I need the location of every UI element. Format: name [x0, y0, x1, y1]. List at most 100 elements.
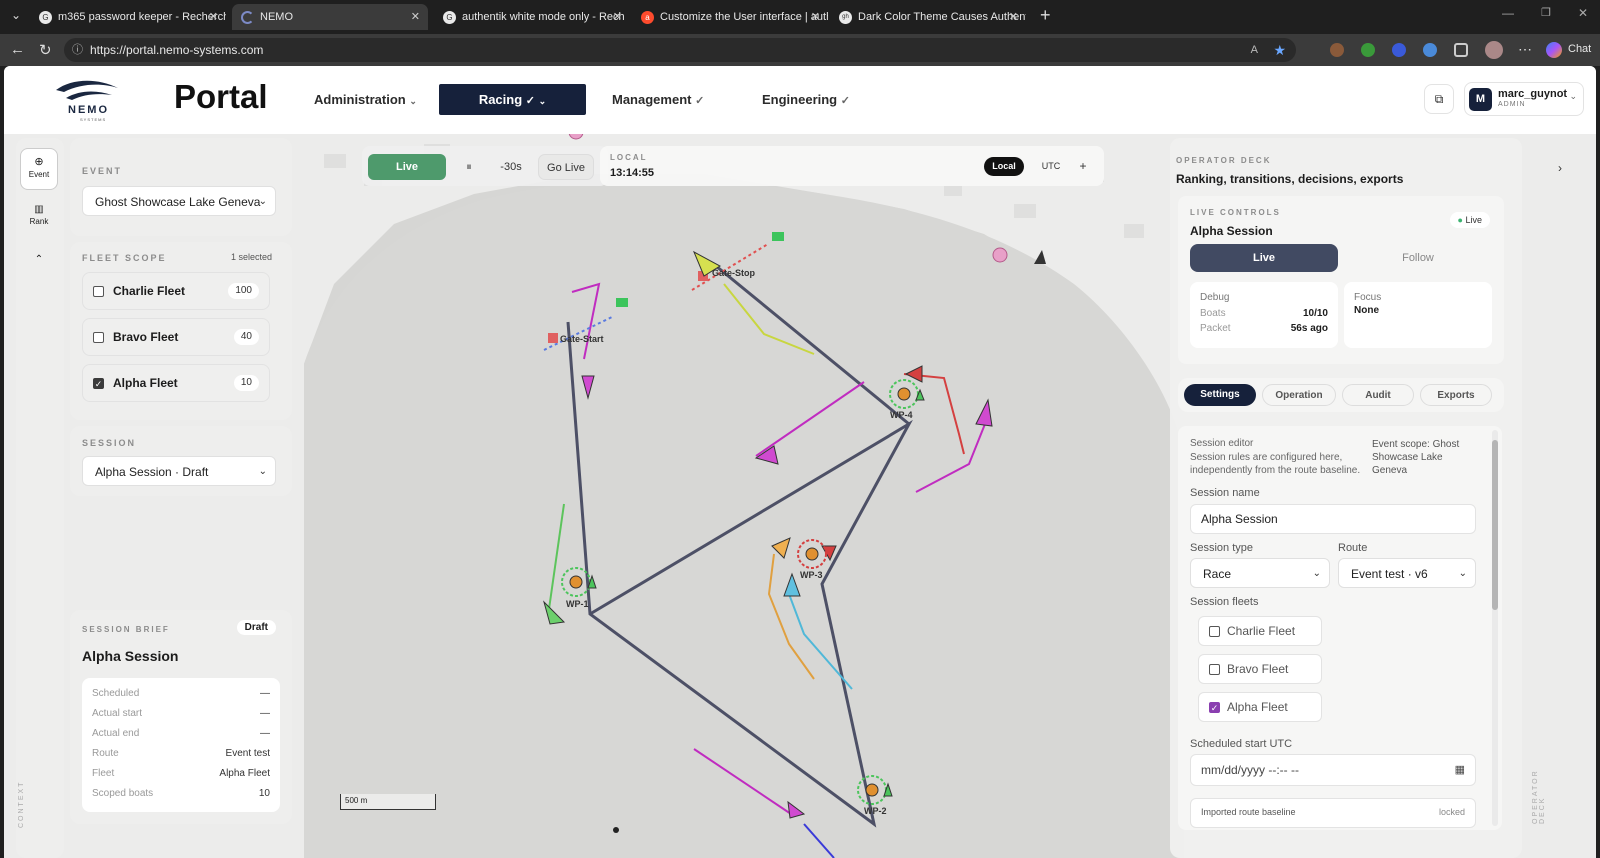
- nav-racing[interactable]: Racing ✓ ⌄: [439, 84, 586, 115]
- close-tab-icon[interactable]: ✕: [209, 4, 218, 30]
- tab-audit[interactable]: Audit: [1342, 384, 1414, 406]
- close-tab-icon[interactable]: ✕: [811, 4, 820, 30]
- fleet-checkbox[interactable]: [93, 332, 104, 343]
- tz-utc-toggle[interactable]: UTC: [1034, 157, 1068, 176]
- rail-event-button[interactable]: ⊕ Event: [20, 148, 58, 190]
- context-vertical-label: CONTEXT: [18, 780, 25, 828]
- check-icon: ✓: [525, 95, 535, 107]
- chevron-down-icon: ⌄: [538, 96, 547, 106]
- session-type-select[interactable]: Race ⌄: [1190, 558, 1330, 588]
- boats-value: 10/10: [1302, 308, 1328, 319]
- minimize-icon[interactable]: —: [1502, 6, 1514, 20]
- live-button[interactable]: Live: [368, 154, 446, 180]
- deck-expand-button[interactable]: ›: [1550, 156, 1570, 180]
- open-external-button[interactable]: ⧉: [1424, 84, 1454, 114]
- nav-management[interactable]: Management ✓: [612, 92, 704, 107]
- wave-logo-icon: [56, 80, 118, 100]
- browser-tab-4[interactable]: a Customize the User interface | auth ✕: [632, 4, 828, 30]
- scheduled-start-input[interactable]: mm/dd/yyyy --:-- -- ▦: [1190, 754, 1476, 786]
- harbor-marker-icon: [992, 247, 1008, 263]
- fleet-checkbox-checked[interactable]: ✓: [1209, 702, 1220, 713]
- browser-tab-1[interactable]: Gm365 password keeper - Recherch ✕: [30, 4, 226, 30]
- event-card: EVENT Ghost Showcase Lake Geneva ⌄: [70, 138, 292, 236]
- session-fleet-alpha[interactable]: ✓ Alpha Fleet: [1198, 692, 1322, 722]
- favorite-star-icon[interactable]: ★: [1273, 38, 1286, 62]
- session-select[interactable]: Alpha Session · Draft ⌄: [82, 456, 276, 486]
- tab-exports[interactable]: Exports: [1420, 384, 1492, 406]
- extension-4-icon[interactable]: [1423, 43, 1437, 57]
- brief-value: 10: [258, 788, 270, 799]
- chevron-up-icon: ⌃: [34, 254, 44, 265]
- scale-label: 500 m: [345, 796, 368, 805]
- restore-icon[interactable]: ❐: [1541, 6, 1551, 19]
- url-field[interactable]: ⓘ https://portal.nemo-systems.com A ★: [64, 38, 1296, 62]
- packet-label: Packet: [1200, 323, 1231, 334]
- fleet-checkbox[interactable]: [1209, 626, 1220, 637]
- back-icon[interactable]: ←: [10, 41, 25, 58]
- user-menu[interactable]: M marc_guynot ADMIN ⌄: [1464, 82, 1584, 116]
- close-tab-icon[interactable]: ✕: [1009, 4, 1018, 30]
- event-select[interactable]: Ghost Showcase Lake Geneva ⌄: [82, 186, 276, 216]
- page-title: Portal: [174, 78, 268, 115]
- tab-settings[interactable]: Settings: [1184, 384, 1256, 406]
- read-aloud-icon[interactable]: A: [1251, 38, 1258, 62]
- browser-tab-2[interactable]: NEMO ✕: [232, 4, 428, 30]
- browser-tab-3[interactable]: Gauthentik white mode only - Rech ✕: [434, 4, 630, 30]
- rail-rank-button[interactable]: ▥ Rank: [20, 198, 58, 238]
- debug-label: Debug: [1200, 292, 1230, 303]
- close-tab-icon[interactable]: ✕: [613, 4, 622, 30]
- session-name-input[interactable]: Alpha Session: [1190, 504, 1476, 534]
- race-map[interactable]: Gate-Start Gate-Stop WP-4 WP-1 WP-3 WP-2…: [4, 134, 1596, 858]
- nav-engineering[interactable]: Engineering ✓: [762, 92, 850, 107]
- go-live-button[interactable]: Go Live: [538, 154, 594, 180]
- mode-follow-button[interactable]: Follow: [1344, 244, 1492, 272]
- rewind-30s-button[interactable]: -30s: [494, 154, 528, 180]
- fleet-checkbox[interactable]: [93, 286, 104, 297]
- window-close-icon[interactable]: ✕: [1578, 6, 1588, 20]
- extension-3-icon[interactable]: [1392, 43, 1406, 57]
- extension-1-icon[interactable]: [1330, 43, 1344, 57]
- tab-operation[interactable]: Operation: [1262, 384, 1336, 406]
- copilot-icon[interactable]: [1546, 42, 1562, 58]
- browser-menu-icon[interactable]: ⋯: [1518, 41, 1532, 58]
- chat-label[interactable]: Chat: [1568, 43, 1591, 55]
- fleet-checkbox[interactable]: [1209, 664, 1220, 675]
- fleet-count-badge: 40: [233, 329, 259, 345]
- add-clock-button[interactable]: +: [1074, 157, 1092, 176]
- extension-2-icon[interactable]: [1361, 43, 1375, 57]
- fleet-row-charlie[interactable]: Charlie Fleet 100: [82, 272, 270, 310]
- scrollbar-thumb[interactable]: [1492, 440, 1498, 610]
- editor-scrollbar[interactable]: [1492, 430, 1498, 826]
- nav-administration[interactable]: Administration ⌄: [314, 92, 417, 107]
- route-select[interactable]: Event test · v6 ⌄: [1338, 558, 1476, 588]
- session-fleet-bravo[interactable]: Bravo Fleet: [1198, 654, 1322, 684]
- new-tab-icon[interactable]: +: [1040, 5, 1051, 26]
- pause-button[interactable]: ⏸: [456, 154, 482, 180]
- tab-title: authentik white mode only - Rech: [462, 11, 625, 23]
- baseline-value: locked: [1438, 807, 1465, 817]
- site-info-icon[interactable]: ⓘ: [72, 38, 83, 62]
- fleet-row-alpha[interactable]: ✓ Alpha Fleet 10: [82, 364, 270, 402]
- nemo-logo[interactable]: NEMO SYSTEMS: [52, 80, 124, 122]
- rail-rank-label: Rank: [29, 217, 49, 226]
- editor-event-scope: Event scope: Ghost Showcase Lake Geneva: [1372, 439, 1460, 476]
- fleet-row-bravo[interactable]: Bravo Fleet 40: [82, 318, 270, 356]
- operator-deck-caption: OPERATOR DECK: [1176, 156, 1272, 165]
- rail-collapse-button[interactable]: ⌃: [20, 246, 58, 274]
- map-scale-bar: 500 m: [340, 794, 436, 810]
- browser-tab-5[interactable]: gh Dark Color Theme Causes Authent ✕: [830, 4, 1026, 30]
- avatar: M: [1469, 88, 1492, 111]
- close-tab-icon[interactable]: ✕: [411, 4, 420, 30]
- tz-local-toggle[interactable]: Local: [984, 157, 1024, 176]
- profile-avatar-icon[interactable]: [1485, 41, 1503, 59]
- fleet-name: Bravo Fleet: [113, 330, 179, 344]
- tab-title: NEMO: [260, 11, 293, 23]
- fleet-checkbox-checked[interactable]: ✓: [93, 378, 104, 389]
- tab-list-chevron-icon[interactable]: ⌄: [11, 8, 21, 22]
- calendar-icon[interactable]: ▦: [1455, 755, 1465, 785]
- browser-address-bar: ← ↻ ⓘ https://portal.nemo-systems.com A …: [0, 34, 1600, 66]
- extensions-puzzle-icon[interactable]: [1454, 43, 1468, 57]
- session-fleet-charlie[interactable]: Charlie Fleet: [1198, 616, 1322, 646]
- mode-live-button[interactable]: Live: [1190, 244, 1338, 272]
- reload-icon[interactable]: ↻: [39, 41, 52, 59]
